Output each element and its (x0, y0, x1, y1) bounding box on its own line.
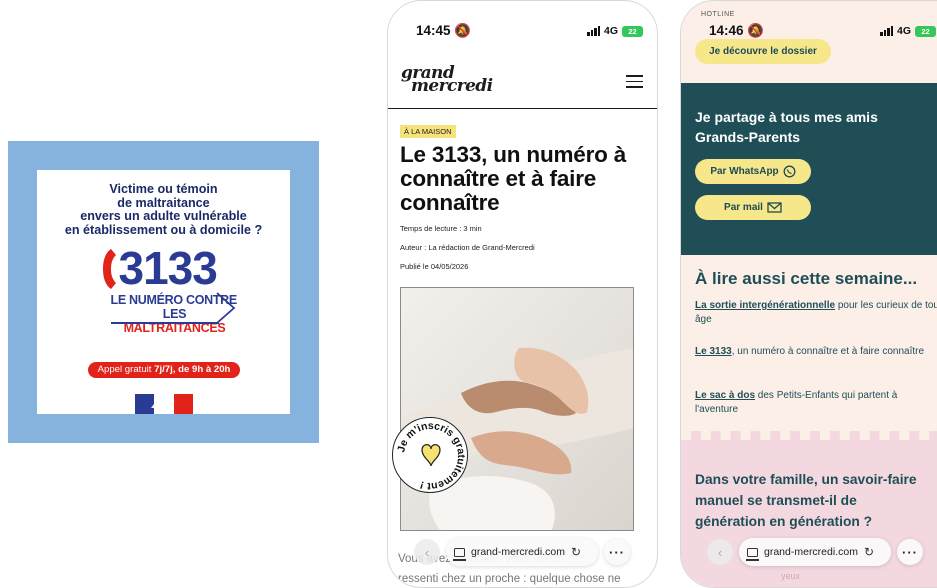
back-button[interactable]: ‹ (707, 539, 733, 565)
status-bar: 14:45 🔕 4G 22 (388, 1, 657, 47)
browser-toolbar: ‹ grand-mercredi.com ↻ ··· (414, 537, 630, 567)
poster-question-line: de maltraitance (117, 195, 210, 210)
status-time: 14:46 🔕 (709, 23, 764, 39)
read-item-link[interactable]: Le 3133 (695, 346, 732, 357)
hotline-number: 3133 (118, 242, 218, 295)
share-whatsapp-button[interactable]: Par WhatsApp (695, 159, 811, 184)
share-title-line: Grands-Parents (695, 129, 801, 145)
poster-card: Victime ou témoin de maltraitance envers… (37, 170, 290, 414)
screenshot-stage: Victime ou témoin de maltraitance envers… (0, 0, 937, 588)
more-icon: ··· (609, 544, 625, 560)
question-title: Dans votre famille, un savoir-faire manu… (695, 469, 917, 532)
read-item-link[interactable]: La sortie intergénérationnelle (695, 300, 835, 311)
status-time: 14:45 🔕 (416, 23, 471, 39)
signal-icon (880, 26, 893, 36)
signup-badge-text: Je m'inscris gratuitement ! (395, 420, 467, 492)
browser-toolbar: ‹ grand-mercredi.com ↻ ··· (707, 537, 923, 567)
read-also-section: À lire aussi cette semaine... La sortie … (681, 255, 937, 437)
network-label: 4G (603, 25, 618, 37)
bell-icon: 🔕 (747, 23, 765, 38)
site-header: grand mercredi (388, 59, 657, 109)
back-button[interactable]: ‹ (414, 539, 440, 565)
site-logo-line2: mercredi (411, 76, 493, 96)
signal-icon (587, 26, 600, 36)
site-logo[interactable]: grand mercredi (401, 65, 493, 96)
bell-icon: 🔕 (454, 23, 472, 38)
hamburger-menu-icon[interactable] (626, 75, 643, 88)
status-time-text: 14:45 (416, 23, 451, 38)
address-bar[interactable]: grand-mercredi.com ↻ (739, 538, 891, 566)
read-item: Le 3133, un numéro à connaître et à fair… (695, 345, 937, 359)
share-mail-button[interactable]: Par mail (695, 195, 811, 220)
more-button[interactable]: ··· (604, 539, 630, 565)
network-label: 4G (896, 25, 911, 37)
url-text: grand-mercredi.com (764, 546, 858, 558)
mail-icon (767, 202, 782, 213)
question-title-line: manuel se transmet-il de (695, 493, 857, 508)
status-indicators: 4G 22 (880, 25, 936, 37)
faded-text: yeux (781, 571, 801, 581)
status-time-text: 14:46 (709, 23, 744, 38)
reading-time: Temps de lecture : 3 min (400, 224, 482, 233)
battery-icon: 22 (622, 25, 643, 37)
address-bar[interactable]: grand-mercredi.com ↻ (446, 538, 598, 566)
chevron-left-icon: ‹ (717, 544, 723, 560)
reload-icon[interactable]: ↻ (864, 545, 874, 559)
tabs-icon[interactable] (453, 547, 466, 561)
article-header: À LA MAISON Le 3133, un numéro à connaît… (400, 121, 646, 272)
hotline-underline (110, 322, 219, 325)
more-button[interactable]: ··· (897, 539, 923, 565)
signup-badge-label: Je m'inscris gratuitement ! (395, 420, 467, 492)
phone-article: 14:45 🔕 4G 22 grand mercredi À LA MAISON … (387, 0, 658, 588)
poster-question-line: en établissement ou à domicile ? (64, 222, 263, 237)
signup-badge[interactable]: Je m'inscris gratuitement ! (392, 417, 468, 493)
battery-icon: 22 (915, 25, 936, 37)
category-tag[interactable]: À LA MAISON (400, 125, 456, 138)
hotline-subtitle-prefix: LES (162, 307, 187, 322)
tabs-icon[interactable] (746, 547, 759, 561)
hotline-poster: Victime ou témoin de maltraitance envers… (8, 141, 319, 443)
url-text: grand-mercredi.com (471, 546, 565, 558)
article-author: Auteur : La rédaction de Grand-Mercredi (400, 243, 535, 252)
reload-icon[interactable]: ↻ (571, 545, 581, 559)
republic-flag-icon (135, 394, 193, 414)
hotline-logo: 3133 LE NUMÉRO CONTRE LES MALTRAITANCES (89, 242, 239, 335)
whatsapp-icon (783, 165, 796, 178)
read-item: Le sac à dos des Petits-Enfants qui part… (695, 389, 937, 417)
article-title: Le 3133, un numéro à connaître et à fair… (400, 142, 627, 215)
read-item-text: , un numéro à connaître et à faire conna… (731, 346, 925, 357)
share-section: Je partage à tous mes amis Grands-Parent… (681, 83, 937, 255)
article-image (400, 287, 634, 531)
article-date: Publié le 04/05/2026 (400, 262, 469, 271)
call-prefix: Appel gratuit (97, 364, 155, 375)
chevron-left-icon: ‹ (424, 544, 430, 560)
poster-question: Victime ou témoin de maltraitance envers… (37, 182, 290, 237)
whatsapp-label: Par WhatsApp (710, 166, 779, 177)
status-indicators: 4G 22 (587, 25, 643, 37)
decorative-divider (681, 431, 937, 445)
mail-label: Par mail (724, 202, 763, 213)
share-title: Je partage à tous mes amis Grands-Parent… (695, 107, 878, 147)
status-bar: 14:46 🔕 4G 22 (681, 1, 937, 47)
phone-share: HOTLINE Je découvre le dossier 14:46 🔕 4… (680, 0, 937, 588)
teaser-line: ressenti chez un proche : quelque chose … (398, 573, 621, 585)
question-title-line: Dans votre famille, un savoir-faire (695, 472, 917, 487)
svg-text:Je m'inscris gratuitement !: Je m'inscris gratuitement ! (395, 420, 467, 492)
question-title-line: génération en génération ? (695, 514, 873, 529)
poster-question-line: envers un adulte vulnérable (80, 209, 247, 224)
read-also-title: À lire aussi cette semaine... (695, 269, 918, 288)
call-info-pill: Appel gratuit 7j/7j, de 9h à 20h (88, 362, 240, 378)
call-hours: 7j/7j, de 9h à 20h (154, 364, 231, 375)
share-title-line: Je partage à tous mes amis (695, 109, 878, 125)
poster-question-line: Victime ou témoin (109, 182, 218, 196)
read-item-link[interactable]: Le sac à dos (695, 390, 755, 401)
read-item: La sortie intergénérationnelle pour les … (695, 299, 937, 327)
chevron-right-icon (215, 292, 235, 325)
more-icon: ··· (902, 544, 918, 560)
holding-hands-illustration (401, 288, 633, 530)
